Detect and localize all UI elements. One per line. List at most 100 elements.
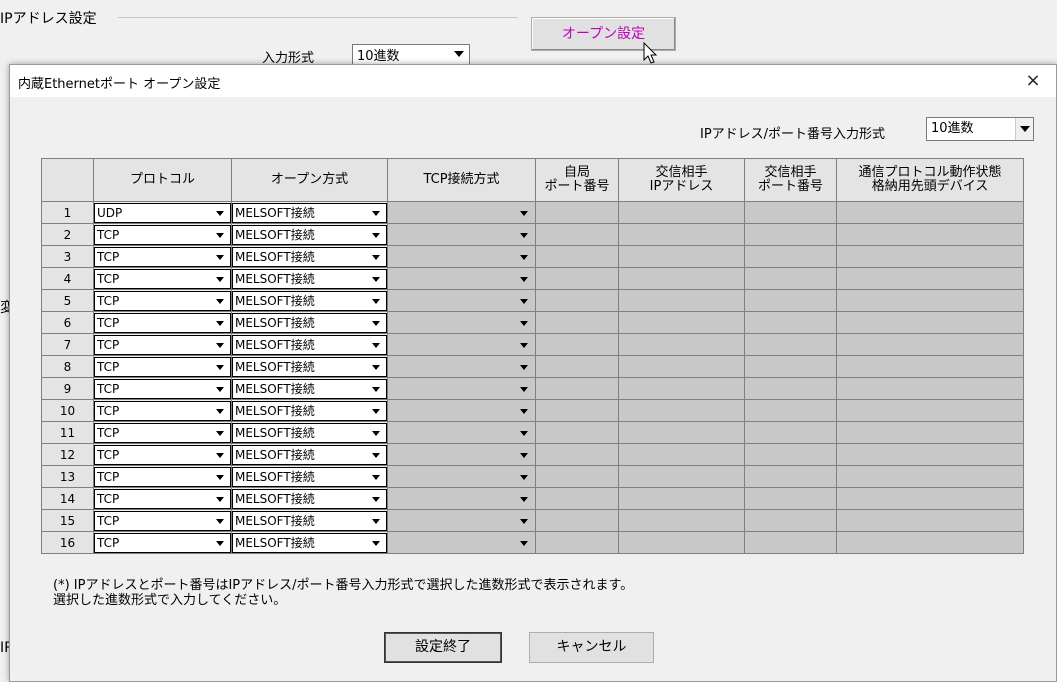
open-method-select[interactable]: MELSOFT接続 [232, 356, 387, 377]
tcp-connection-select[interactable] [388, 268, 535, 289]
protocol-select[interactable]: TCP [94, 334, 231, 355]
chevron-down-icon[interactable] [372, 496, 380, 502]
protocol-select[interactable]: TCP [94, 532, 231, 553]
chevron-down-icon[interactable] [520, 320, 528, 326]
close-icon[interactable]: × [1010, 65, 1056, 97]
open-method-select[interactable]: MELSOFT接続 [232, 378, 387, 399]
chevron-down-icon[interactable] [520, 518, 528, 524]
tcp-connection-select[interactable] [388, 466, 535, 487]
protocol-select[interactable]: TCP [94, 290, 231, 311]
chevron-down-icon[interactable] [216, 452, 224, 458]
protocol-select[interactable]: TCP [94, 224, 231, 245]
tcp-connection-select[interactable] [388, 532, 535, 553]
chevron-down-icon[interactable] [520, 298, 528, 304]
protocol-select[interactable]: TCP [94, 246, 231, 267]
chevron-down-icon[interactable] [372, 452, 380, 458]
chevron-down-icon[interactable] [216, 540, 224, 546]
tcp-connection-select[interactable] [388, 224, 535, 245]
bg-input-format-select[interactable]: 10進数 [352, 44, 470, 66]
chevron-down-icon[interactable] [372, 474, 380, 480]
protocol-select[interactable]: UDP [94, 202, 231, 223]
chevron-down-icon[interactable] [216, 342, 224, 348]
chevron-down-icon[interactable] [520, 276, 528, 282]
chevron-down-icon[interactable] [372, 430, 380, 436]
tcp-connection-select[interactable] [388, 488, 535, 509]
chevron-down-icon[interactable] [372, 386, 380, 392]
chevron-down-icon[interactable] [520, 342, 528, 348]
open-method-select[interactable]: MELSOFT接続 [232, 334, 387, 355]
protocol-select[interactable]: TCP [94, 400, 231, 421]
chevron-down-icon[interactable] [372, 408, 380, 414]
chevron-down-icon[interactable] [216, 276, 224, 282]
chevron-down-icon[interactable] [520, 408, 528, 414]
chevron-down-icon[interactable] [520, 254, 528, 260]
tcp-connection-select[interactable] [388, 202, 535, 223]
chevron-down-icon[interactable] [372, 254, 380, 260]
chevron-down-icon[interactable] [372, 232, 380, 238]
chevron-down-icon[interactable] [520, 386, 528, 392]
tcp-connection-select[interactable] [388, 422, 535, 443]
tcp-connection-select[interactable] [388, 290, 535, 311]
chevron-down-icon[interactable] [372, 298, 380, 304]
cancel-button[interactable]: キャンセル [529, 632, 654, 663]
chevron-down-icon[interactable] [372, 518, 380, 524]
chevron-down-icon[interactable] [216, 408, 224, 414]
protocol-select[interactable]: TCP [94, 356, 231, 377]
protocol-select[interactable]: TCP [94, 312, 231, 333]
protocol-select[interactable]: TCP [94, 422, 231, 443]
open-method-select[interactable]: MELSOFT接続 [232, 422, 387, 443]
chevron-down-icon[interactable] [520, 496, 528, 502]
tcp-connection-select[interactable] [388, 312, 535, 333]
open-method-select[interactable]: MELSOFT接続 [232, 444, 387, 465]
tcp-connection-select[interactable] [388, 356, 535, 377]
protocol-select[interactable]: TCP [94, 444, 231, 465]
tcp-connection-select[interactable] [388, 246, 535, 267]
chevron-down-icon[interactable] [216, 254, 224, 260]
open-method-select[interactable]: MELSOFT接続 [232, 488, 387, 509]
chevron-down-icon[interactable] [216, 298, 224, 304]
chevron-down-icon[interactable] [216, 232, 224, 238]
chevron-down-icon[interactable] [216, 496, 224, 502]
open-method-select[interactable]: MELSOFT接続 [232, 290, 387, 311]
chevron-down-icon[interactable] [520, 210, 528, 216]
open-method-select[interactable]: MELSOFT接続 [232, 510, 387, 531]
chevron-down-icon[interactable] [520, 430, 528, 436]
chevron-down-icon[interactable] [520, 540, 528, 546]
protocol-select[interactable]: TCP [94, 488, 231, 509]
open-method-select[interactable]: MELSOFT接続 [232, 532, 387, 553]
chevron-down-icon[interactable] [372, 540, 380, 546]
chevron-down-icon[interactable] [520, 474, 528, 480]
chevron-down-icon[interactable] [216, 430, 224, 436]
open-method-select[interactable]: MELSOFT接続 [232, 246, 387, 267]
protocol-select[interactable]: TCP [94, 268, 231, 289]
open-method-select[interactable]: MELSOFT接続 [232, 268, 387, 289]
chevron-down-icon[interactable] [216, 210, 224, 216]
tcp-connection-select[interactable] [388, 334, 535, 355]
protocol-select[interactable]: TCP [94, 378, 231, 399]
chevron-down-icon[interactable] [216, 364, 224, 370]
chevron-down-icon[interactable] [372, 342, 380, 348]
chevron-down-icon[interactable] [372, 276, 380, 282]
open-method-select[interactable]: MELSOFT接続 [232, 466, 387, 487]
input-format-select[interactable]: 10進数 [926, 117, 1034, 141]
tcp-connection-select[interactable] [388, 378, 535, 399]
chevron-down-icon[interactable] [520, 364, 528, 370]
open-method-select[interactable]: MELSOFT接続 [232, 400, 387, 421]
tcp-connection-select[interactable] [388, 510, 535, 531]
chevron-down-icon[interactable] [216, 386, 224, 392]
tcp-connection-select[interactable] [388, 444, 535, 465]
open-method-select[interactable]: MELSOFT接続 [232, 312, 387, 333]
chevron-down-icon[interactable] [520, 232, 528, 238]
finish-settings-button[interactable]: 設定終了 [384, 632, 502, 663]
chevron-down-icon[interactable] [216, 320, 224, 326]
open-method-select[interactable]: MELSOFT接続 [232, 202, 387, 223]
chevron-down-icon[interactable] [520, 452, 528, 458]
tcp-connection-select[interactable] [388, 400, 535, 421]
chevron-down-icon[interactable] [216, 474, 224, 480]
chevron-down-icon[interactable] [1015, 118, 1033, 140]
chevron-down-icon[interactable] [372, 210, 380, 216]
protocol-select[interactable]: TCP [94, 466, 231, 487]
chevron-down-icon[interactable] [372, 364, 380, 370]
chevron-down-icon[interactable] [372, 320, 380, 326]
open-method-select[interactable]: MELSOFT接続 [232, 224, 387, 245]
